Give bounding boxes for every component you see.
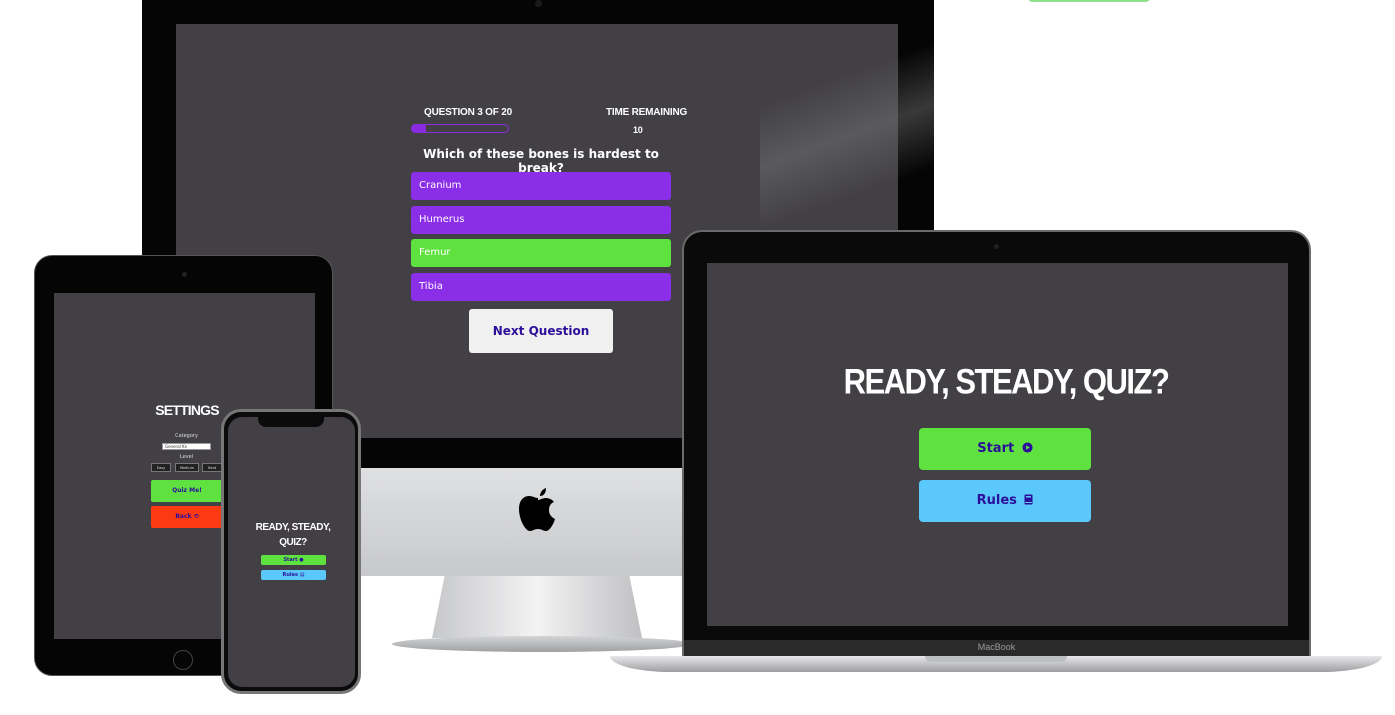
question-counter: QUESTION 3 OF 20 xyxy=(424,107,512,118)
imac-stand-foot xyxy=(392,636,692,652)
play-circle-icon xyxy=(1022,442,1033,453)
macbook-camera xyxy=(994,244,999,249)
imac-camera xyxy=(535,0,542,7)
iphone-notch xyxy=(258,416,324,427)
imac-stand xyxy=(432,576,642,638)
progress-bar-fill xyxy=(411,124,426,133)
back-button[interactable]: Back ⟲ xyxy=(151,506,223,528)
answer-option-2[interactable]: Humerus xyxy=(411,206,671,234)
offscreen-device-edge xyxy=(1027,0,1151,2)
settings-title: SETTINGS xyxy=(155,402,219,418)
apple-logo-icon xyxy=(519,488,555,531)
start-button[interactable]: Start xyxy=(919,428,1091,470)
ipad-home-button xyxy=(173,650,193,670)
category-select[interactable]: General Kn xyxy=(162,443,211,450)
start-button-label: Start xyxy=(977,441,1015,456)
answer-option-3-correct[interactable]: Femur xyxy=(411,239,671,267)
phone-title-line-2: QUIZ? xyxy=(279,537,307,548)
rules-button-label: Rules xyxy=(976,493,1017,508)
imac-glare xyxy=(760,0,934,230)
time-remaining-value: 10 xyxy=(633,125,643,135)
difficulty-easy-button[interactable]: Easy xyxy=(151,463,171,472)
phone-home-title: READY, STEADY, QUIZ? xyxy=(252,520,334,550)
home-title: READY, STEADY, QUIZ? xyxy=(843,361,1170,402)
difficulty-label: Level xyxy=(179,454,194,460)
phone-start-button[interactable]: Start ● xyxy=(261,555,326,565)
quiz-me-button[interactable]: Quiz Me! xyxy=(151,480,223,502)
rules-button[interactable]: Rules xyxy=(919,480,1091,522)
time-remaining-label: TIME REMAINING xyxy=(606,107,688,118)
question-text: Which of these bones is hardest to break… xyxy=(423,147,659,175)
ipad-camera xyxy=(182,272,187,277)
answer-option-1[interactable]: Cranium xyxy=(411,172,671,200)
macbook-opening-notch xyxy=(925,656,1067,662)
difficulty-medium-button[interactable]: Medium xyxy=(175,463,199,472)
phone-rules-button[interactable]: Rules ▤ xyxy=(261,570,326,580)
difficulty-hard-button[interactable]: Hard xyxy=(202,463,222,472)
answer-option-4[interactable]: Tibia xyxy=(411,273,671,301)
macbook-brand: MacBook xyxy=(977,642,1016,652)
next-question-button[interactable]: Next Question xyxy=(469,309,613,353)
book-icon xyxy=(1024,494,1033,505)
phone-title-line-1: READY, STEADY, xyxy=(255,522,331,533)
category-label: Category xyxy=(175,433,198,439)
iphone-screen xyxy=(228,417,355,687)
